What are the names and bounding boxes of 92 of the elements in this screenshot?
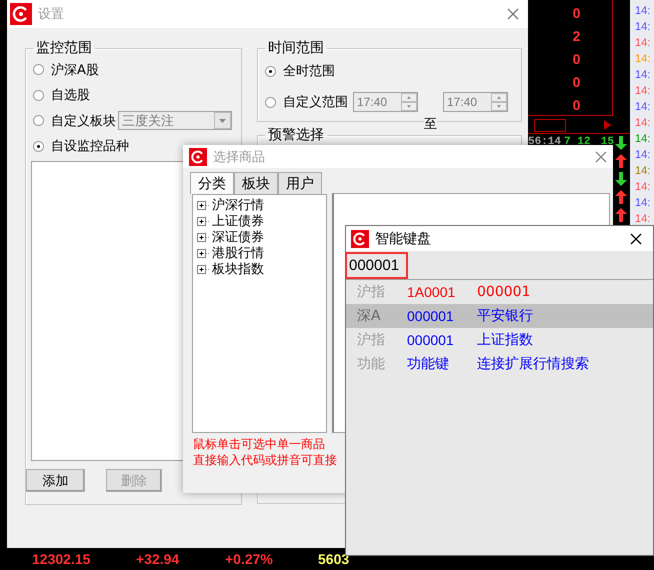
tick-volume: 7 12 — [564, 135, 590, 149]
tab[interactable]: 用户 — [278, 172, 322, 194]
radio-button[interactable] — [265, 96, 276, 108]
scroll-right-icon[interactable] — [604, 120, 611, 130]
trade-time: 14: — [635, 196, 650, 211]
change-value: +32.94 — [136, 551, 180, 567]
trade-time: 14: — [635, 100, 650, 115]
trade-time: 14: — [635, 20, 650, 35]
down-arrow-icon — [615, 136, 627, 150]
depth-value: 0 — [572, 73, 580, 92]
expand-icon[interactable] — [197, 248, 210, 258]
up-arrow-icon — [615, 190, 627, 204]
radio-label[interactable]: 自定义范围 — [283, 93, 348, 111]
tree-item[interactable]: 港股行情 — [212, 244, 264, 262]
trade-time: 14: — [635, 84, 650, 99]
stock-name: 平安银行 — [477, 307, 533, 325]
time-spin-field[interactable]: 17:40 — [443, 92, 508, 112]
stock-name: 000001 — [477, 284, 530, 300]
trade-time: 14: — [635, 180, 650, 195]
group-title: 时间范围 — [267, 39, 325, 57]
tick-time: 56:14 — [528, 135, 562, 149]
group-title: 监控范围 — [35, 39, 93, 57]
tree-item[interactable]: 深证债券 — [212, 228, 264, 246]
radio-label[interactable]: 自设监控品种 — [51, 137, 129, 156]
stock-code: 1A0001 — [407, 284, 456, 300]
result-row[interactable]: 深A 000001 平安银行 — [346, 304, 653, 328]
tick-count: 15 — [600, 135, 614, 149]
stock-name: 连接扩展行情搜索 — [477, 355, 589, 373]
down-arrow-icon — [615, 172, 627, 186]
close-icon[interactable] — [630, 232, 642, 244]
expand-icon[interactable] — [197, 200, 210, 210]
stock-name: 上证指数 — [477, 331, 533, 349]
radio-button[interactable] — [265, 66, 276, 76]
window-title: 选择商品 — [213, 148, 266, 166]
market-label: 功能 — [357, 355, 386, 373]
radio-label[interactable]: 全时范围 — [283, 62, 335, 80]
dropdown-field[interactable]: 三度关注 — [118, 111, 232, 130]
up-arrow-icon — [615, 154, 627, 168]
volume-value: 5603 — [318, 551, 350, 567]
trade-time: 14: — [635, 52, 650, 67]
tree-item[interactable]: 板块指数 — [212, 260, 264, 278]
radio-label[interactable]: 自定义板块 — [51, 112, 116, 130]
app-logo-icon — [351, 230, 369, 248]
tree-item[interactable]: 上证债券 — [212, 212, 264, 230]
depth-value: 0 — [572, 4, 580, 23]
depth-value: 0 — [572, 50, 580, 69]
radio-button[interactable] — [33, 115, 44, 126]
depth-value: 2 — [572, 27, 580, 46]
window-title: 设置 — [38, 6, 65, 23]
tab[interactable]: 分类 — [190, 172, 234, 194]
spin-arrows-icon[interactable] — [401, 93, 417, 111]
result-row[interactable]: 功能 功能键 连接扩展行情搜索 — [346, 352, 653, 376]
stock-code: 000001 — [407, 332, 455, 348]
trade-time: 14: — [635, 212, 650, 227]
group-title: 预警选择 — [267, 126, 325, 144]
search-field[interactable]: 000001 — [345, 252, 408, 278]
window-title: 智能键盘 — [375, 230, 432, 248]
trade-time: 14: — [635, 116, 650, 131]
trade-time: 14: — [635, 36, 650, 51]
trade-time: 14: — [635, 164, 650, 179]
market-label: 深A — [357, 307, 382, 325]
trade-time: 14: — [635, 4, 650, 19]
change-percent: +0.27% — [225, 551, 273, 567]
scroll-thumb[interactable] — [534, 118, 566, 132]
expand-icon[interactable] — [197, 232, 210, 242]
radio-label[interactable]: 沪深A股 — [51, 60, 99, 79]
app-logo-icon — [10, 3, 32, 25]
radio-button[interactable] — [33, 90, 44, 101]
radio-label[interactable]: 自选股 — [51, 86, 90, 104]
index-value: 12302.15 — [32, 551, 90, 567]
trade-time: 14: — [635, 148, 650, 163]
stock-code: 000001 — [407, 308, 455, 324]
depth-value: 0 — [572, 96, 580, 115]
spin-arrows-icon[interactable] — [491, 93, 507, 111]
radio-button[interactable] — [33, 64, 44, 76]
time-spin-field[interactable]: 17:40 — [353, 92, 418, 112]
market-label: 沪指 — [357, 331, 386, 349]
hint-text: 鼠标单击可选中单一商品 — [193, 436, 326, 452]
action-button[interactable]: 添加 — [26, 469, 85, 492]
market-label: 沪指 — [357, 283, 386, 301]
expand-icon[interactable] — [197, 216, 210, 226]
expand-icon[interactable] — [197, 264, 210, 274]
app-logo-icon — [189, 148, 207, 166]
result-row[interactable]: 沪指 000001 上证指数 — [346, 328, 653, 352]
tab[interactable]: 板块 — [234, 172, 278, 194]
up-arrow-icon — [615, 208, 627, 222]
trade-time: 14: — [635, 132, 650, 147]
stock-code: 功能键 — [407, 355, 450, 373]
trade-time: 14: — [635, 68, 650, 83]
radio-button[interactable] — [33, 140, 44, 152]
hint-text: 直接输入代码或拼音可直接 — [193, 452, 338, 468]
tree-item[interactable]: 沪深行情 — [212, 196, 264, 214]
